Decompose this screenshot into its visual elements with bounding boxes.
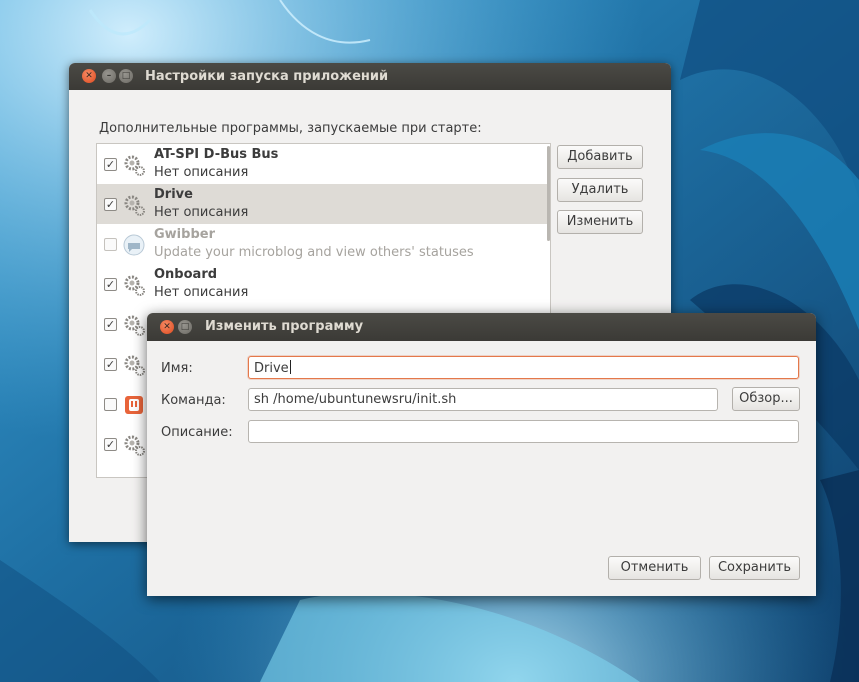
- description-field[interactable]: [248, 420, 799, 443]
- name-field-value: Drive: [254, 361, 289, 376]
- gear-icon: [124, 195, 145, 216]
- maximize-icon[interactable]: □: [119, 69, 133, 83]
- name-label: Имя:: [161, 361, 193, 376]
- list-item-description: Нет описания: [154, 165, 249, 180]
- text-caret: [289, 360, 291, 374]
- list-item-name: Gwibber: [154, 227, 215, 242]
- list-item-description: Нет описания: [154, 285, 249, 300]
- edit-program-dialog: ✕ □ Изменить программу Имя: Drive Команд…: [147, 313, 816, 596]
- main-window-titlebar[interactable]: ✕ – □ Настройки запуска приложений: [69, 63, 671, 90]
- dialog-title: Изменить программу: [205, 319, 364, 334]
- add-button[interactable]: Добавить: [557, 145, 643, 169]
- main-window-title: Настройки запуска приложений: [145, 69, 389, 84]
- dialog-titlebar[interactable]: ✕ □ Изменить программу: [147, 313, 816, 341]
- close-icon[interactable]: ✕: [160, 320, 174, 334]
- gear-icon: [124, 155, 145, 176]
- list-item[interactable]: Gwibber Update your microblog and view o…: [97, 224, 547, 264]
- browse-button[interactable]: Обзор...: [732, 387, 800, 411]
- list-item-name: Drive: [154, 187, 193, 202]
- edit-button[interactable]: Изменить: [557, 210, 643, 234]
- gear-icon: [124, 435, 145, 456]
- list-item-description: Нет описания: [154, 205, 249, 220]
- list-item-checkbox[interactable]: ✓: [104, 198, 117, 211]
- ubuntu-one-icon: [125, 396, 143, 414]
- name-field[interactable]: Drive: [248, 356, 799, 379]
- list-item-checkbox[interactable]: ✓: [104, 278, 117, 291]
- close-icon[interactable]: ✕: [82, 69, 96, 83]
- list-item-checkbox[interactable]: ✓: [104, 158, 117, 171]
- startup-list-label: Дополнительные программы, запускаемые пр…: [99, 121, 482, 136]
- list-item-checkbox[interactable]: ✓: [104, 438, 117, 451]
- list-item-description: Update your microblog and view others' s…: [154, 245, 474, 260]
- remove-button[interactable]: Удалить: [557, 178, 643, 202]
- save-button[interactable]: Сохранить: [709, 556, 800, 580]
- gwibber-icon: [123, 234, 145, 256]
- list-item-name: AT-SPI D-Bus Bus: [154, 147, 279, 162]
- gear-icon: [124, 315, 145, 336]
- list-item-checkbox[interactable]: [104, 238, 117, 251]
- list-item-checkbox[interactable]: [104, 398, 117, 411]
- list-item-name: Onboard: [154, 267, 218, 282]
- description-label: Описание:: [161, 425, 233, 440]
- list-scrollbar[interactable]: [547, 146, 550, 241]
- gear-icon: [124, 275, 145, 296]
- list-item[interactable]: ✓ Onboard Нет описания: [97, 264, 547, 304]
- list-item-checkbox[interactable]: ✓: [104, 318, 117, 331]
- minimize-icon[interactable]: –: [102, 69, 116, 83]
- cancel-button[interactable]: Отменить: [608, 556, 701, 580]
- command-field[interactable]: sh /home/ubuntunewsru/init.sh: [248, 388, 718, 411]
- maximize-icon[interactable]: □: [178, 320, 192, 334]
- list-item-checkbox[interactable]: ✓: [104, 358, 117, 371]
- command-field-value: sh /home/ubuntunewsru/init.sh: [254, 392, 457, 407]
- command-label: Команда:: [161, 393, 226, 408]
- list-item[interactable]: ✓ AT-SPI D-Bus Bus Нет описания: [97, 144, 547, 184]
- gear-icon: [124, 355, 145, 376]
- list-item[interactable]: ✓ Drive Нет описания: [97, 184, 547, 224]
